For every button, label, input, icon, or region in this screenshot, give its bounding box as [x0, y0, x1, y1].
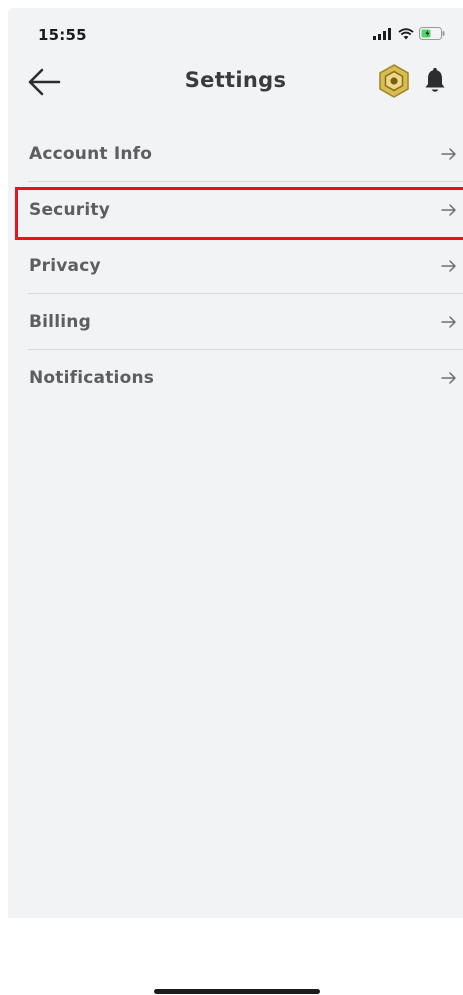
battery-icon: [419, 25, 445, 44]
settings-item-label: Account Info: [29, 144, 153, 164]
arrow-right-icon: [441, 370, 457, 386]
settings-item-account-info[interactable]: Account Info: [8, 126, 463, 182]
settings-item-label: Privacy: [29, 256, 101, 276]
bell-icon: [424, 68, 446, 98]
signal-icon: [373, 25, 393, 44]
settings-item-billing[interactable]: Billing: [8, 294, 463, 350]
robux-icon: [378, 64, 410, 102]
wifi-icon: [398, 25, 414, 44]
arrow-right-icon: [441, 258, 457, 274]
arrow-right-icon: [441, 314, 457, 330]
status-icons: [373, 26, 445, 42]
home-indicator[interactable]: [154, 989, 320, 994]
header: Settings: [8, 58, 463, 108]
notifications-button[interactable]: [420, 67, 450, 99]
arrow-right-icon: [441, 146, 457, 162]
settings-list: Account Info Security Privacy Billing No…: [8, 126, 463, 406]
status-bar: 15:55: [8, 8, 463, 58]
settings-item-label: Security: [29, 200, 110, 220]
settings-item-privacy[interactable]: Privacy: [8, 238, 463, 294]
settings-screen: 15:55 Settings Account Info Security Pri…: [8, 8, 463, 918]
robux-button[interactable]: [377, 64, 411, 102]
settings-item-label: Billing: [29, 312, 91, 332]
settings-item-security[interactable]: Security: [8, 182, 463, 238]
settings-item-label: Notifications: [29, 368, 155, 388]
arrow-right-icon: [441, 202, 457, 218]
settings-item-notifications[interactable]: Notifications: [8, 350, 463, 406]
status-time: 15:55: [38, 26, 87, 44]
